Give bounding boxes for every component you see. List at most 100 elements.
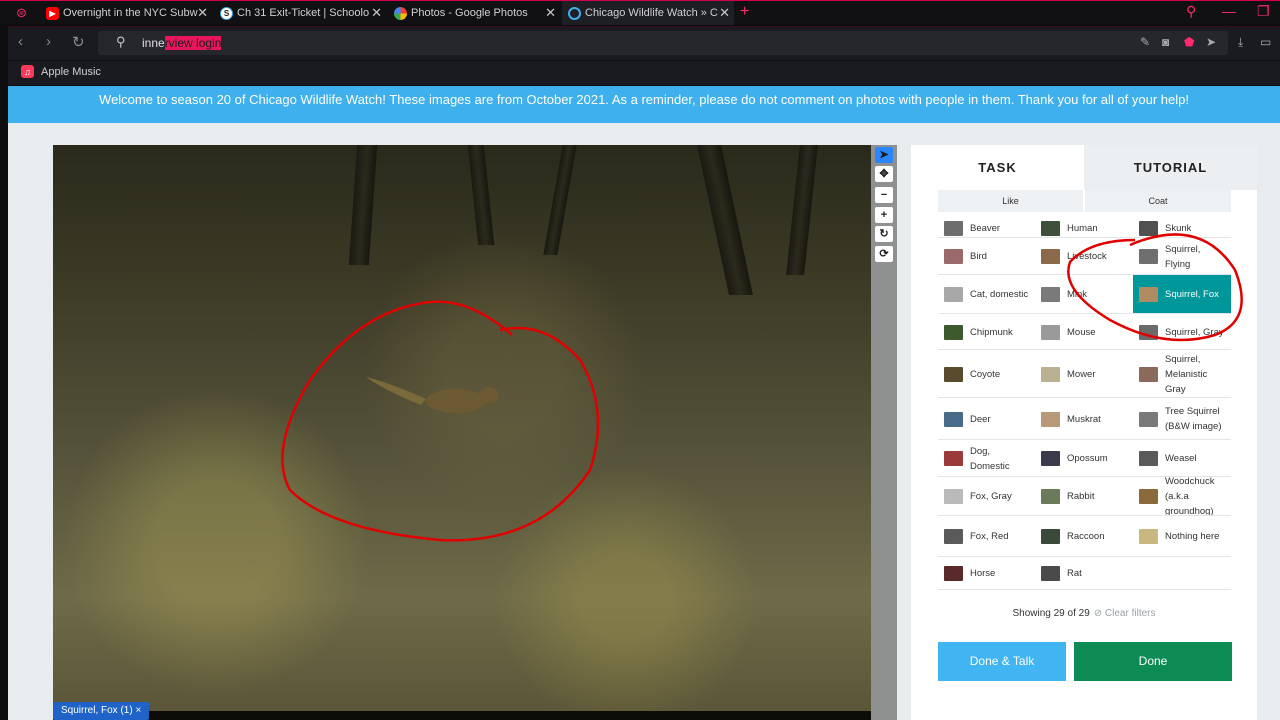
species-option[interactable]: Beaver [938, 218, 1034, 238]
species-option[interactable]: Skunk [1133, 218, 1231, 238]
grid-divider [938, 556, 1231, 557]
species-option[interactable]: Rat [1035, 557, 1132, 590]
tree-trunk [543, 145, 577, 255]
done-button[interactable]: Done [1074, 642, 1232, 681]
grid-divider [938, 237, 1231, 238]
species-label: Beaver [970, 222, 1001, 234]
species-option[interactable]: Tree Squirrel (B&W image) [1133, 398, 1231, 440]
species-thumbnail [1139, 451, 1158, 466]
species-option[interactable]: Nothing here [1133, 516, 1231, 557]
species-option[interactable]: Mower [1035, 350, 1132, 398]
address-bar[interactable]: ⚲ innerview login ✎ ◙ ⬟ ➤ [98, 31, 1228, 55]
forward-icon[interactable]: › [46, 33, 51, 50]
species-label: Bird [970, 251, 987, 262]
species-label: Rabbit [1067, 491, 1095, 502]
filter-coat[interactable]: Coat [1085, 190, 1231, 212]
clear-filters-link[interactable]: ⊘ Clear filters [1094, 608, 1156, 619]
species-option[interactable]: Woodchuck (a.k.a groundhog) [1133, 476, 1231, 517]
shield-icon[interactable]: ⬟ [1184, 35, 1194, 49]
send-icon[interactable]: ➤ [1206, 35, 1216, 49]
close-icon[interactable]: ✕ [719, 5, 730, 21]
edit-icon[interactable]: ✎ [1140, 35, 1150, 49]
species-option[interactable]: Raccoon [1035, 516, 1132, 557]
pointer-icon[interactable]: ➤ [875, 147, 893, 163]
showing-text: Showing 29 of 29 [1012, 608, 1090, 619]
species-option[interactable]: Livestock [1035, 238, 1132, 275]
species-option[interactable]: Deer [938, 398, 1034, 440]
species-thumbnail [944, 489, 963, 504]
species-thumbnail [1139, 529, 1158, 544]
back-icon[interactable]: ‹ [18, 33, 23, 50]
species-option[interactable]: Dog, Domestic [938, 440, 1034, 477]
tab-task[interactable]: TASK [911, 145, 1084, 190]
schoology-icon: S [220, 6, 233, 20]
species-option[interactable]: Fox, Gray [938, 477, 1034, 516]
species-option[interactable]: Cat, domestic [938, 275, 1034, 314]
species-option[interactable]: Horse [938, 557, 1034, 590]
species-option[interactable]: Squirrel, Flying [1133, 238, 1231, 275]
species-thumbnail [1041, 411, 1060, 427]
music-note-icon: ♫ [21, 65, 34, 78]
grid-divider [938, 274, 1231, 275]
species-option[interactable]: Mouse [1035, 314, 1132, 350]
species-option[interactable]: Weasel [1133, 440, 1231, 477]
selected-species-chip[interactable]: Squirrel, Fox (1) × [53, 702, 150, 720]
zoom-in-icon[interactable]: + [875, 207, 893, 223]
species-option[interactable]: Opossum [1035, 440, 1132, 477]
search-icon[interactable]: ⚲ [1186, 3, 1196, 20]
zoom-out-icon[interactable]: − [875, 187, 893, 203]
species-option[interactable]: Bird [938, 238, 1034, 275]
new-tab-icon[interactable]: + [740, 3, 749, 21]
species-label: Opossum [1067, 453, 1108, 464]
species-thumbnail [1041, 287, 1060, 302]
species-label: Squirrel, Fox [1165, 289, 1219, 300]
tab-title: Overnight in the NYC Subw [63, 7, 198, 19]
species-option[interactable]: Muskrat [1035, 398, 1132, 440]
species-thumbnail [944, 451, 963, 466]
tab-tutorial[interactable]: TUTORIAL [1084, 145, 1257, 190]
species-option[interactable]: Rabbit [1035, 477, 1132, 516]
species-option[interactable]: Squirrel, Fox [1133, 275, 1231, 314]
species-label: Fox, Red [970, 531, 1009, 542]
close-icon[interactable]: ✕ [545, 5, 556, 21]
download-icon[interactable]: ⤓ [1238, 35, 1243, 50]
species-label: Rat [1067, 568, 1082, 579]
tab-chicago-wildlife[interactable]: Chicago Wildlife Watch » C ✕ [562, 1, 734, 25]
done-and-talk-button[interactable]: Done & Talk [938, 642, 1066, 681]
grid-divider [938, 313, 1231, 314]
species-thumbnail [1041, 249, 1060, 264]
reset-icon[interactable]: ⟳ [875, 246, 893, 262]
bookmark-apple-music[interactable]: ♫ Apple Music [21, 65, 101, 78]
species-option[interactable]: Squirrel, Melanistic Gray [1133, 350, 1231, 398]
tab-bar: ⊜ ▶ Overnight in the NYC Subw ✕ S Ch 31 … [0, 0, 1280, 25]
address-text[interactable]: innerview login [142, 36, 222, 50]
grid-divider [938, 476, 1231, 477]
restore-icon[interactable]: ❐ [1257, 3, 1270, 20]
species-option[interactable]: Mink [1035, 275, 1132, 314]
species-option[interactable]: Fox, Red [938, 516, 1034, 557]
panel-tabs: TASK TUTORIAL [911, 145, 1257, 190]
minimize-icon[interactable]: — [1222, 3, 1236, 19]
camera-icon[interactable]: ◙ [1162, 35, 1169, 49]
tab-youtube[interactable]: ▶ Overnight in the NYC Subw ✕ [40, 1, 212, 25]
tab-google-photos[interactable]: Photos - Google Photos ✕ [388, 1, 560, 25]
species-thumbnail [1139, 366, 1158, 382]
rotate-icon[interactable]: ↻ [875, 226, 893, 242]
species-option[interactable]: Coyote [938, 350, 1034, 398]
tab-schoology[interactable]: S Ch 31 Exit-Ticket | Schoolo ✕ [214, 1, 386, 25]
species-option[interactable]: Chipmunk [938, 314, 1034, 350]
species-option[interactable]: Human [1035, 218, 1132, 238]
species-thumbnail [944, 366, 963, 382]
close-icon[interactable]: ✕ [197, 5, 208, 21]
species-label: Coyote [970, 368, 1001, 380]
move-icon[interactable]: ✥ [875, 166, 893, 182]
filter-like[interactable]: Like [938, 190, 1083, 212]
camera-trap-photo[interactable] [53, 145, 871, 711]
reload-icon[interactable]: ↻ [72, 33, 85, 51]
address-autocomplete: rview login [164, 36, 222, 50]
gx-controller-icon[interactable]: ⊜ [16, 5, 27, 21]
close-icon[interactable]: ✕ [371, 5, 382, 21]
species-option[interactable]: Squirrel, Gray [1133, 314, 1231, 350]
grid-divider [938, 589, 1231, 590]
subject-viewer[interactable] [53, 145, 871, 720]
